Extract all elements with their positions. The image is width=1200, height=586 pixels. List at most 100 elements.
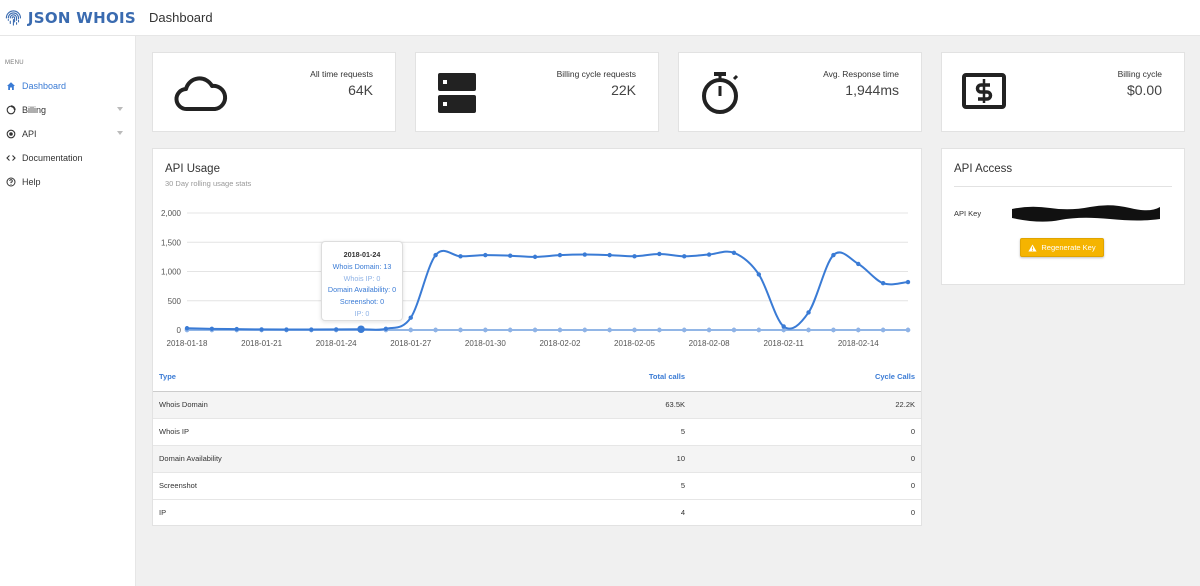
fingerprint-icon (5, 9, 22, 26)
data-point (408, 327, 413, 333)
y-tick-label: 1,000 (161, 268, 182, 277)
y-tick-label: 0 (177, 326, 182, 335)
table-cell: 10 (453, 444, 691, 472)
usage-line-chart[interactable]: 2,000 1,500 1,000 500 0 2018-01-18 2018-01-21 2… (153, 201, 921, 351)
data-point (483, 327, 488, 333)
warning-icon (1028, 243, 1037, 252)
access-title: API Access (954, 163, 1013, 175)
table-cell: Whois IP (153, 417, 453, 445)
data-point (682, 327, 687, 333)
x-tick-label: 2018-01-21 (241, 339, 282, 348)
data-point (856, 261, 861, 267)
usage-title: API Usage (165, 163, 220, 175)
table-cell: 5 (453, 471, 691, 499)
data-point (557, 327, 563, 333)
data-point (607, 327, 612, 333)
stat-label: All time requests (310, 69, 373, 79)
sidebar-item-billing[interactable]: Billing (0, 98, 135, 122)
x-tick-label: 2018-02-02 (539, 339, 580, 348)
data-point (682, 254, 687, 259)
regenerate-key-button[interactable]: Regenerate Key (1020, 238, 1104, 257)
sidebar-item-documentation[interactable]: Documentation (0, 146, 135, 170)
stopwatch-icon (702, 72, 739, 114)
data-point (880, 281, 886, 286)
usage-subtitle: 30 Day rolling usage stats (165, 179, 252, 188)
x-tick-label: 2018-01-18 (167, 339, 208, 348)
data-point (905, 279, 911, 285)
x-tick-label: 2018-01-27 (390, 339, 431, 348)
data-point (607, 252, 612, 258)
sidebar-item-label: Dashboard (22, 81, 67, 91)
help-circle-icon (6, 177, 16, 187)
table-cell: IP (153, 498, 453, 526)
table-cell: Domain Availability (153, 444, 453, 472)
stat-card-billing-requests: Billing cycle requests 22K (415, 52, 659, 132)
data-point (657, 251, 662, 257)
circle-outline-icon (6, 105, 16, 115)
page-title: Dashboard (149, 10, 213, 25)
data-point (731, 327, 737, 333)
data-point (532, 327, 538, 333)
stat-value: 1,944ms (845, 82, 899, 98)
table-cell: Screenshot (153, 471, 453, 499)
sidebar-item-label: Documentation (22, 153, 83, 163)
stat-label: Billing cycle requests (556, 69, 636, 79)
table-cell: 63.5K (453, 390, 691, 418)
data-point (781, 324, 786, 329)
table-header-row: Type Total calls Cycle Calls (153, 363, 921, 392)
x-tick-label: 2018-02-14 (838, 339, 879, 348)
stat-value: 64K (348, 82, 373, 98)
table-cell: 22.2K (691, 390, 921, 418)
divider (954, 186, 1172, 187)
sidebar-item-dashboard[interactable]: Dashboard (0, 74, 135, 98)
data-point (756, 327, 762, 333)
stat-label: Billing cycle (1117, 69, 1162, 79)
table-cell: 5 (453, 417, 691, 445)
chevron-down-icon (117, 131, 123, 135)
sidebar: MENU Dashboard Billing API Documentation… (0, 36, 136, 586)
data-point (357, 325, 365, 334)
code-icon (6, 153, 16, 163)
table-row: Whois Domain 63.5K 22.2K (153, 390, 921, 418)
data-point (657, 327, 662, 333)
top-header: JSON WHOIS Dashboard (0, 0, 1200, 36)
sidebar-item-label: API (22, 129, 37, 139)
x-tick-label: 2018-01-30 (465, 339, 506, 348)
api-key-label: API Key (954, 209, 982, 218)
cloud-icon (174, 76, 228, 111)
brand-name: JSON WHOIS (27, 8, 136, 27)
sidebar-item-help[interactable]: Help (0, 170, 135, 194)
table-cell: 0 (691, 417, 921, 445)
data-point (905, 327, 911, 333)
radio-icon (6, 129, 16, 139)
data-point (458, 254, 463, 259)
chart-tooltip: 2018-01-24 Whois Domain: 13 Whois IP: 0 … (321, 241, 403, 321)
data-point (557, 252, 563, 258)
data-point (856, 327, 861, 333)
tooltip-line: Screenshot: 0 (339, 297, 385, 307)
x-tick-label: 2018-02-08 (689, 339, 730, 348)
tooltip-line: IP: 0 (354, 308, 370, 318)
table-cell: 0 (691, 444, 921, 472)
brand-logo[interactable]: JSON WHOIS (0, 7, 136, 29)
stat-value: 22K (611, 82, 636, 98)
home-icon (6, 81, 16, 91)
data-point (582, 252, 587, 257)
column-header-total-calls[interactable]: Total calls (453, 363, 691, 392)
x-tick-label: 2018-02-05 (614, 339, 655, 348)
table-cell: 4 (453, 498, 691, 526)
tooltip-line: Domain Availability: 0 (327, 285, 397, 295)
api-access-card: API Access API Key Regenerate Key (941, 148, 1185, 285)
column-header-type[interactable]: Type (153, 363, 453, 392)
column-header-cycle-calls[interactable]: Cycle Calls (691, 363, 921, 392)
api-key-redacted[interactable] (1010, 202, 1162, 224)
sidebar-item-api[interactable]: API (0, 122, 135, 146)
y-tick-label: 2,000 (161, 209, 182, 218)
table-cell: 0 (691, 471, 921, 499)
data-point (433, 327, 438, 333)
dollar-icon (962, 73, 1006, 109)
data-point (632, 254, 637, 259)
x-tick-label: 2018-02-11 (764, 339, 805, 348)
y-tick-label: 1,500 (161, 238, 182, 247)
data-point (433, 252, 438, 258)
